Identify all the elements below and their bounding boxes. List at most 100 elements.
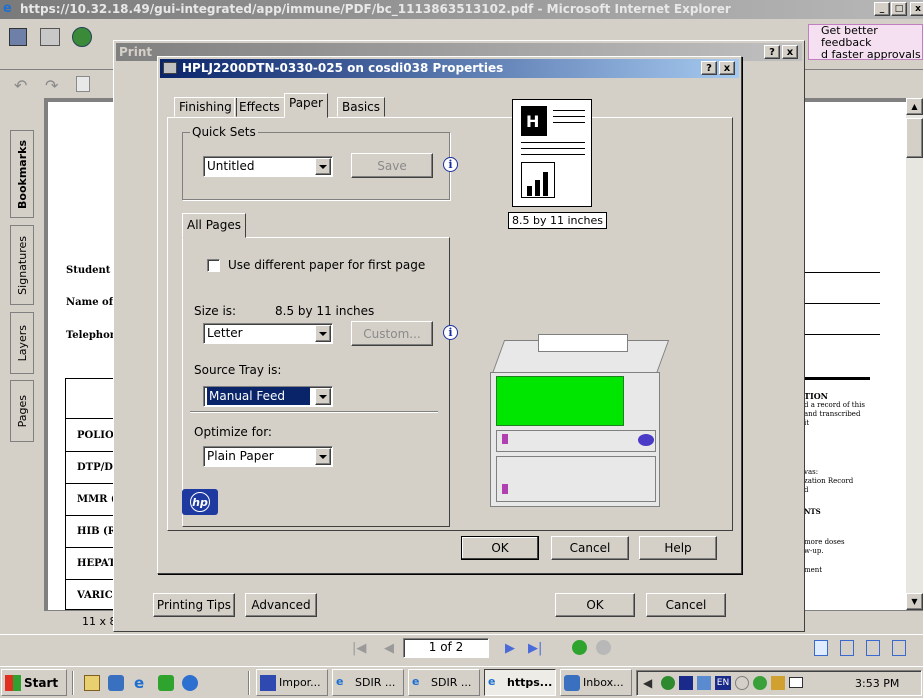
- task-button[interactable]: e SDIR ...: [332, 669, 404, 696]
- tab-bookmarks[interactable]: Bookmarks: [10, 130, 34, 218]
- prev-page-icon[interactable]: ◀: [384, 641, 394, 656]
- continuous-icon[interactable]: [840, 640, 854, 656]
- chevron-down-icon[interactable]: [315, 325, 331, 342]
- chevron-down-icon[interactable]: [315, 158, 331, 175]
- properties-help-button[interactable]: ?: [701, 61, 717, 75]
- continuous-facing-icon[interactable]: [892, 640, 906, 656]
- separator: [190, 411, 438, 413]
- paper-size-caption: 8.5 by 11 inches: [508, 212, 608, 229]
- taskbar: Start e Impor... e SDIR ... e SDIR ... e ht…: [0, 666, 923, 698]
- doc-right-text: TION d a record of this and transcribed …: [804, 391, 865, 575]
- tab-basics[interactable]: Basics: [337, 97, 386, 117]
- restore-button[interactable]: □: [891, 2, 907, 16]
- paper-size-select[interactable]: Letter: [203, 323, 333, 344]
- task-button-active[interactable]: e https...: [484, 669, 556, 696]
- optimize-label: Optimize for:: [194, 425, 272, 439]
- facing-icon[interactable]: [866, 640, 880, 656]
- properties-dialog: HPLJ2200DTN-0330-025 on cosdi038 Propert…: [157, 56, 742, 574]
- volume-icon[interactable]: ◀: [643, 676, 657, 690]
- properties-title-bar: HPLJ2200DTN-0330-025 on cosdi038 Propert…: [160, 59, 739, 78]
- optimize-select[interactable]: Plain Paper: [203, 446, 333, 467]
- vertical-scrollbar[interactable]: ▲ ▼: [906, 98, 923, 610]
- ie-icon: e: [336, 674, 344, 688]
- go-forward-icon[interactable]: [596, 640, 611, 655]
- print-ok-button[interactable]: OK: [555, 593, 635, 617]
- save-icon[interactable]: [9, 28, 27, 46]
- tab-finishing[interactable]: Finishing: [174, 97, 237, 117]
- properties-ok-button[interactable]: OK: [461, 536, 539, 560]
- scroll-up-button[interactable]: ▲: [906, 98, 923, 115]
- size-label: Size is:: [194, 304, 237, 318]
- size-value: 8.5 by 11 inches: [275, 304, 375, 318]
- app-icon[interactable]: [158, 675, 174, 691]
- redo-icon[interactable]: ↷: [45, 76, 58, 95]
- tray-app-icon[interactable]: [679, 676, 693, 690]
- quick-sets-label: Quick Sets: [190, 125, 258, 139]
- tray-app-icon[interactable]: [753, 676, 767, 690]
- print-help-button[interactable]: ?: [764, 45, 780, 59]
- properties-close-button[interactable]: x: [719, 61, 735, 75]
- globe-icon[interactable]: [72, 27, 92, 47]
- properties-help-button-bottom[interactable]: Help: [639, 536, 717, 560]
- undo-icon[interactable]: ↶: [14, 76, 27, 95]
- tab-all-pages[interactable]: All Pages: [182, 213, 246, 238]
- clock: 3:53 PM: [855, 677, 900, 690]
- printer-tray-highlight: [496, 376, 624, 426]
- tray-app-icon[interactable]: [661, 676, 675, 690]
- mail-icon[interactable]: [789, 677, 803, 688]
- ie-quicklaunch-icon[interactable]: e: [134, 675, 150, 691]
- tab-pages[interactable]: Pages: [10, 380, 34, 442]
- network-icon[interactable]: [697, 676, 711, 690]
- print-close-button[interactable]: x: [782, 45, 798, 59]
- ie-icon: e: [488, 674, 496, 688]
- first-page-icon[interactable]: |◀: [352, 641, 366, 656]
- tab-effects[interactable]: Effects: [234, 97, 285, 117]
- first-page-checkbox[interactable]: [207, 259, 220, 272]
- feedback-banner[interactable]: Get better feedback d faster approvals: [808, 24, 923, 61]
- printer-icon: [163, 62, 177, 74]
- next-page-icon[interactable]: ▶: [505, 641, 515, 656]
- go-back-icon[interactable]: [572, 640, 587, 655]
- browser-title-bar: e https://10.32.18.49/gui-integrated/app…: [0, 0, 923, 19]
- page-indicator[interactable]: 1 of 2: [403, 638, 489, 658]
- app-icon[interactable]: [182, 675, 198, 691]
- custom-size-button: Custom...: [351, 321, 433, 346]
- task-button[interactable]: Impor...: [256, 669, 328, 696]
- windows-logo-icon: [5, 674, 21, 691]
- print-cancel-button[interactable]: Cancel: [646, 593, 726, 617]
- word-icon: [260, 674, 276, 691]
- tray-app-icon[interactable]: [771, 676, 785, 690]
- page-nav-bar: |◀ ◀ 1 of 2 ▶ ▶|: [0, 634, 923, 660]
- properties-cancel-button[interactable]: Cancel: [551, 536, 629, 560]
- tray-app-icon[interactable]: [735, 676, 749, 690]
- outlook-icon[interactable]: [108, 675, 124, 691]
- scroll-thumb[interactable]: [906, 118, 923, 158]
- tab-paper[interactable]: Paper: [284, 93, 328, 118]
- scroll-down-button[interactable]: ▼: [906, 593, 923, 610]
- info-icon[interactable]: i: [443, 157, 458, 172]
- copy-icon[interactable]: [76, 76, 90, 92]
- all-pages-panel: [182, 237, 450, 527]
- last-page-icon[interactable]: ▶|: [528, 641, 542, 656]
- chevron-down-icon[interactable]: [315, 388, 331, 405]
- properties-title: HPLJ2200DTN-0330-025 on cosdi038 Propert…: [182, 61, 504, 75]
- tab-signatures[interactable]: Signatures: [10, 225, 34, 305]
- minimize-button[interactable]: _: [874, 2, 890, 16]
- first-page-checkbox-label[interactable]: Use different paper for first page: [228, 258, 425, 272]
- close-button[interactable]: x: [910, 2, 923, 16]
- advanced-button[interactable]: Advanced: [245, 593, 317, 617]
- start-button[interactable]: Start: [1, 669, 67, 696]
- task-button[interactable]: e SDIR ...: [408, 669, 480, 696]
- task-button[interactable]: Inbox...: [560, 669, 632, 696]
- printing-tips-button[interactable]: Printing Tips: [153, 593, 235, 617]
- quick-sets-select[interactable]: Untitled: [203, 156, 333, 177]
- info-icon[interactable]: i: [443, 325, 458, 340]
- tab-layers[interactable]: Layers: [10, 312, 34, 374]
- show-desktop-icon[interactable]: [84, 675, 100, 691]
- source-tray-select[interactable]: Manual Feed: [203, 386, 333, 407]
- print-icon[interactable]: [40, 28, 60, 46]
- single-page-icon[interactable]: [814, 640, 828, 656]
- ie-icon: e: [412, 674, 420, 688]
- chevron-down-icon[interactable]: [315, 448, 331, 465]
- language-indicator[interactable]: EN: [715, 676, 731, 690]
